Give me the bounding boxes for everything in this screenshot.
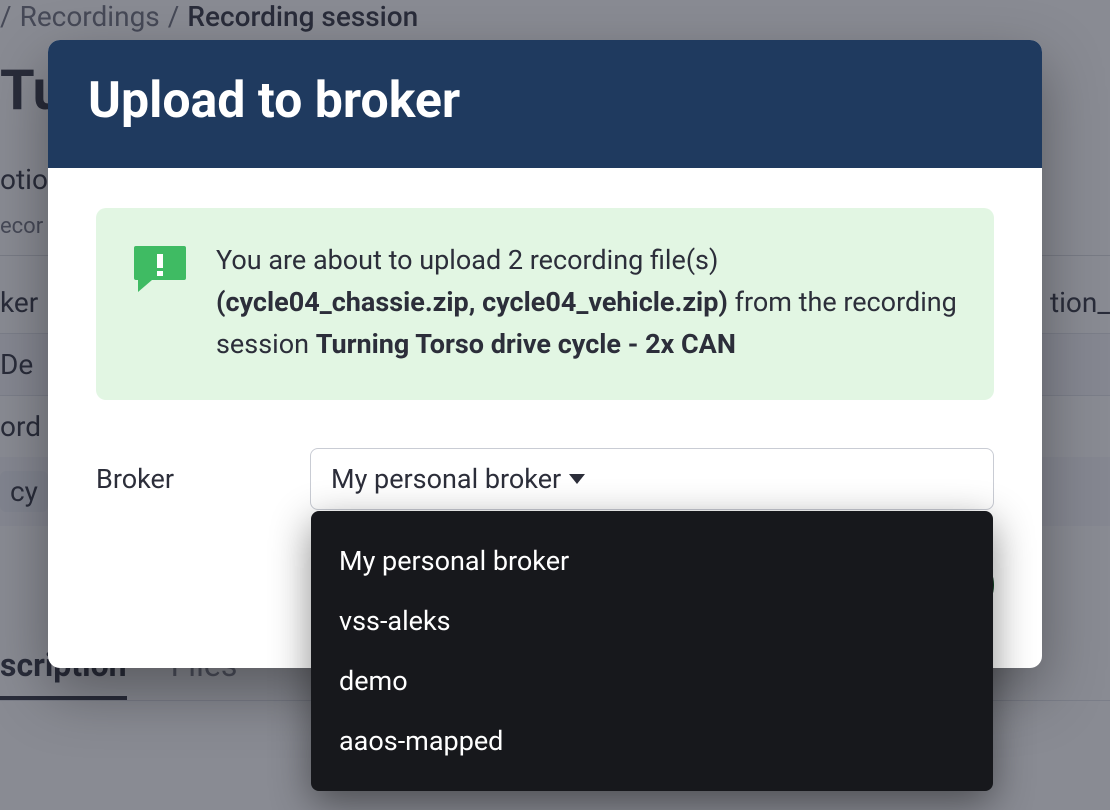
broker-row: Broker My personal broker My personal br…: [96, 448, 994, 510]
alert-session: Turning Torso drive cycle - 2x CAN: [316, 328, 736, 360]
alert-count: 2 recording file(s): [508, 244, 719, 276]
broker-label: Broker: [96, 463, 286, 495]
info-alert: You are about to upload 2 recording file…: [96, 208, 994, 400]
upload-modal: Upload to broker You are about to upload…: [48, 40, 1042, 668]
broker-select[interactable]: My personal broker My personal broker vs…: [310, 448, 994, 510]
alert-icon: [132, 244, 188, 294]
alert-text: You are about to upload 2 recording file…: [216, 240, 958, 366]
broker-option[interactable]: My personal broker: [311, 531, 993, 591]
broker-dropdown: My personal broker vss-aleks demo aaos-m…: [311, 511, 993, 791]
modal-title: Upload to broker: [88, 72, 1002, 130]
alert-files: (cycle04_chassie.zip, cycle04_vehicle.zi…: [216, 286, 728, 318]
chevron-down-icon: [569, 474, 585, 484]
alert-prefix: You are about to upload: [216, 244, 508, 276]
broker-selected-value: My personal broker: [331, 463, 561, 495]
modal-body: You are about to upload 2 recording file…: [48, 168, 1042, 668]
broker-option[interactable]: vss-aleks: [311, 591, 993, 651]
modal-header: Upload to broker: [48, 40, 1042, 168]
broker-option[interactable]: demo: [311, 651, 993, 711]
broker-option[interactable]: aaos-mapped: [311, 711, 993, 771]
